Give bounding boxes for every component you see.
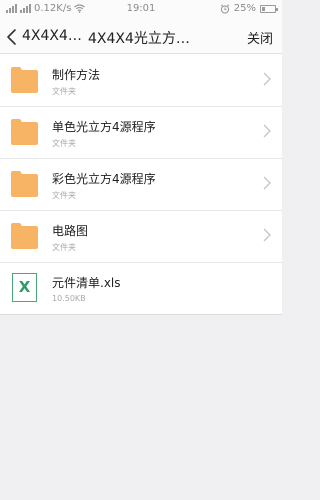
file-list: 制作方法 文件夹 单色光立方4源程序 文件夹 彩色光立方4源程序 文件夹 电路图… — [0, 54, 282, 315]
alarm-icon — [220, 3, 230, 14]
list-item[interactable]: 电路图 文件夹 — [0, 210, 282, 262]
page-title: 4X4X4光立方… — [88, 31, 190, 47]
chevron-right-icon — [263, 124, 271, 138]
list-item[interactable]: 制作方法 文件夹 — [0, 54, 282, 106]
item-name: 元件清单.xls — [52, 276, 121, 290]
item-name: 单色光立方4源程序 — [52, 120, 156, 134]
excel-file-icon: X — [12, 273, 37, 302]
list-item[interactable]: 彩色光立方4源程序 文件夹 — [0, 158, 282, 210]
folder-icon — [11, 171, 38, 197]
item-meta: 文件夹 — [52, 87, 76, 96]
list-item[interactable]: X 元件清单.xls 10.50KB — [0, 262, 282, 315]
chevron-left-icon — [7, 29, 16, 45]
chevron-right-icon — [263, 176, 271, 190]
folder-icon — [11, 223, 38, 249]
status-right: 25% — [220, 3, 278, 14]
item-meta: 文件夹 — [52, 139, 76, 148]
folder-icon — [11, 119, 38, 145]
status-bar: 0.12K/s 19:01 25% — [0, 0, 282, 20]
item-meta: 10.50KB — [52, 294, 86, 303]
chevron-right-icon — [263, 228, 271, 242]
list-item[interactable]: 单色光立方4源程序 文件夹 — [0, 106, 282, 158]
item-name: 彩色光立方4源程序 — [52, 172, 156, 186]
item-name: 制作方法 — [52, 68, 101, 82]
battery-percent: 25% — [233, 3, 256, 14]
back-button[interactable] — [4, 25, 24, 49]
chevron-right-icon — [263, 72, 271, 86]
navigation-bar: 4X4X4… 4X4X4光立方… 关闭 — [0, 20, 282, 54]
breadcrumb-parent[interactable]: 4X4X4… — [22, 28, 82, 44]
item-name: 电路图 — [52, 224, 89, 238]
close-button[interactable]: 关闭 — [247, 28, 273, 47]
item-meta: 文件夹 — [52, 191, 76, 200]
folder-icon — [11, 67, 38, 93]
item-meta: 文件夹 — [52, 243, 76, 252]
battery-icon — [260, 4, 278, 13]
